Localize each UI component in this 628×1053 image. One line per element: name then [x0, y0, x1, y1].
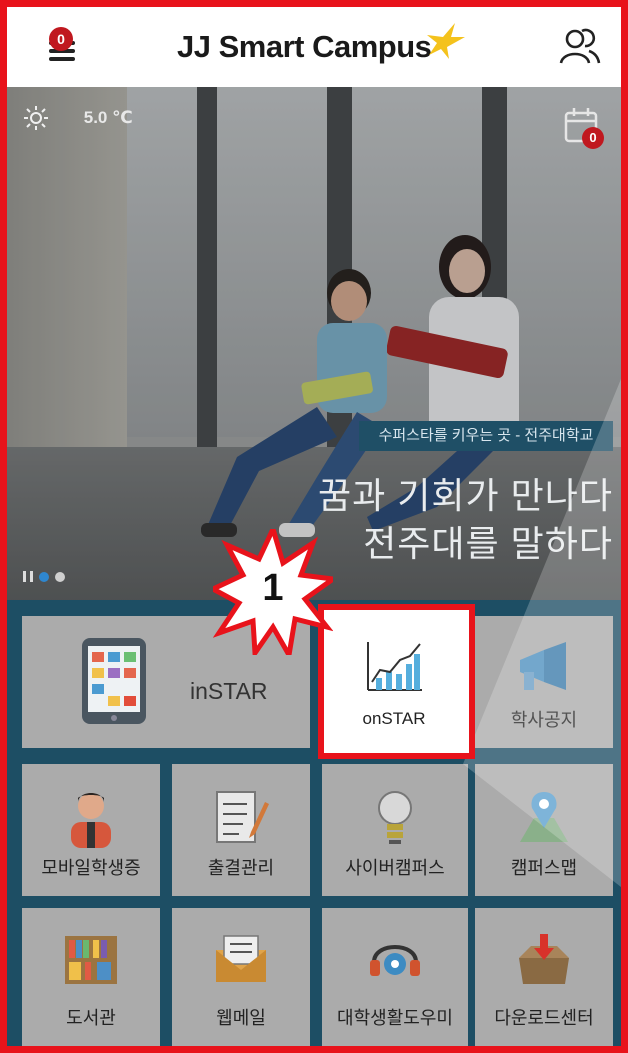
cyber-campus-label: 사이버캠퍼스	[345, 858, 445, 878]
bookshelf-icon	[65, 936, 117, 984]
pause-icon[interactable]	[23, 571, 33, 582]
menu-bar-icon	[49, 57, 75, 61]
user-account-button[interactable]	[555, 21, 605, 71]
menu-grid: inSTAR onSTAR 학사공지 모바일학생증 출결관리 사이버캠퍼스 캠퍼…	[7, 600, 621, 1046]
banner-slogan-line1: 꿈과 기회가 만나다	[318, 475, 613, 516]
calendar-button[interactable]: 0	[562, 105, 604, 149]
tablet-icon	[82, 638, 146, 724]
app-title: JJ Smart Campus	[177, 29, 432, 64]
student-avatar-icon	[71, 793, 111, 848]
menu-tile-webmail[interactable]: 웹메일	[172, 908, 310, 1046]
megaphone-icon	[520, 642, 566, 690]
mail-envelope-icon	[216, 935, 266, 982]
promo-banner[interactable]: 5.0 ℃ 0 수퍼스타를 키우는 곳 - 전주대학교 꿈과 기회가 만나다 전…	[7, 87, 621, 600]
webmail-label: 웹메일	[216, 1008, 266, 1028]
helper-label: 대학생활도우미	[337, 1008, 453, 1028]
onstar-highlight-frame	[318, 604, 475, 759]
weather-widget: 5.0 ℃	[23, 105, 133, 131]
student-id-label: 모바일학생증	[41, 858, 141, 878]
banner-tagline: 수퍼스타를 키우는 곳 - 전주대학교	[359, 421, 613, 451]
hamburger-menu-button[interactable]: 0	[35, 27, 75, 71]
star-logo-icon	[427, 23, 465, 59]
headset-gear-icon	[370, 945, 420, 976]
menu-tile-helper[interactable]: 대학생활도우미	[322, 908, 468, 1046]
banner-slogan-line2: 전주대를 말하다	[363, 523, 613, 564]
download-label: 다운로드센터	[494, 1008, 594, 1028]
users-icon	[559, 28, 601, 64]
app-frame: 0 JJ Smart Campus 5.0 ℃ 0 수퍼스타를 키우는 곳 - …	[0, 0, 628, 1053]
weather-temperature: 5.0 ℃	[83, 108, 133, 127]
campus-map-label: 캠퍼스맵	[510, 858, 578, 878]
instar-label: inSTAR	[190, 678, 268, 704]
carousel-dot[interactable]	[39, 571, 49, 582]
map-pin-icon	[520, 792, 568, 842]
checklist-pencil-icon	[216, 791, 269, 843]
menu-tile-student-id[interactable]: 모바일학생증	[22, 764, 160, 896]
menu-tile-download[interactable]: 다운로드센터	[475, 908, 613, 1046]
menu-tile-cyber-campus[interactable]: 사이버캠퍼스	[322, 764, 468, 896]
step-number: 1	[262, 567, 284, 609]
sun-icon	[24, 106, 48, 130]
lightbulb-icon	[378, 791, 412, 844]
library-label: 도서관	[66, 1008, 116, 1028]
carousel-dot[interactable]	[55, 571, 65, 582]
menu-tile-notice[interactable]: 학사공지	[475, 616, 613, 748]
menu-tile-library[interactable]: 도서관	[22, 908, 160, 1046]
menu-tile-attendance[interactable]: 출결관리	[172, 764, 310, 896]
carousel-indicator	[23, 571, 65, 582]
notice-label: 학사공지	[510, 710, 578, 730]
attendance-label: 출결관리	[207, 858, 275, 878]
app-header: 0 JJ Smart Campus	[7, 7, 621, 87]
menu-tile-campus-map[interactable]: 캠퍼스맵	[475, 764, 613, 896]
calendar-badge: 0	[582, 127, 604, 149]
menu-notification-badge: 0	[49, 27, 73, 51]
download-box-icon	[519, 934, 569, 984]
